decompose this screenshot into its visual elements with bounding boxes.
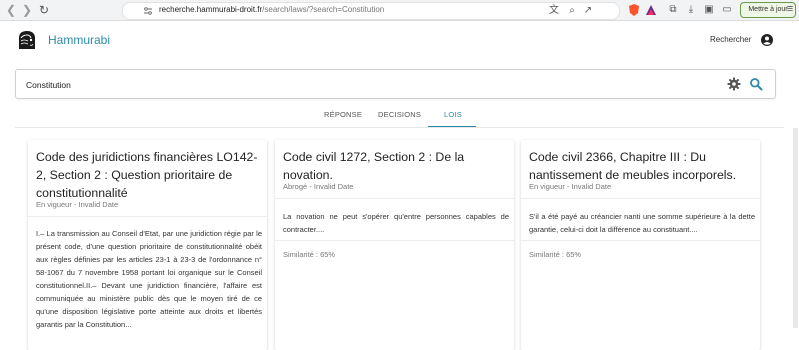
- card-title[interactable]: Code civil 2366, Chapitre III : Du nanti…: [529, 148, 754, 184]
- card-status: Abrogé - Invalid Date: [283, 182, 354, 191]
- forward-icon[interactable]: ❯: [20, 3, 34, 17]
- result-tabs: RÉPONSE DECISIONS LOIS: [0, 103, 799, 128]
- address-bar[interactable]: recherche.hammurabi-droit.fr/search/laws…: [122, 2, 620, 20]
- card-divider: [275, 198, 514, 199]
- site-info-icon[interactable]: [143, 6, 153, 16]
- card-date: Invalid Date: [571, 182, 612, 191]
- brave-shields-icon[interactable]: [628, 3, 640, 17]
- share-icon[interactable]: ↗: [581, 4, 595, 18]
- hammurabi-logo-icon[interactable]: [16, 29, 38, 51]
- card-divider: [521, 240, 760, 241]
- download-icon[interactable]: ⤓: [684, 3, 698, 17]
- menu-icon[interactable]: ≡: [783, 2, 797, 16]
- law-card[interactable]: Code civil 2366, Chapitre III : Du nanti…: [521, 140, 760, 350]
- card-status-label: Abrogé: [283, 182, 308, 191]
- tab-reponse[interactable]: RÉPONSE: [324, 110, 362, 119]
- card-similarity: Similarité : 65%: [283, 250, 336, 259]
- url-path: /search/laws/?search=Constitution: [262, 5, 385, 14]
- extensions-icon[interactable]: ⧉: [666, 3, 680, 17]
- translate-icon[interactable]: 文: [547, 4, 561, 18]
- card-title[interactable]: Code des juridictions financières LO142-…: [36, 148, 261, 202]
- card-excerpt: La novation ne peut s'opérer qu'entre pe…: [283, 212, 509, 234]
- card-status: En vigueur - Invalid Date: [36, 200, 119, 209]
- law-card[interactable]: Code civil 1272, Section 2 : De la novat…: [275, 140, 514, 350]
- card-divider: [28, 216, 267, 217]
- account-icon[interactable]: [761, 34, 773, 46]
- tab-lois[interactable]: LOIS: [444, 110, 462, 119]
- browser-toolbar: ❮ ❯ ↻ ☐ recherche.hammurabi-droit.fr/sea…: [0, 0, 799, 21]
- search-box: [15, 69, 776, 99]
- zoom-icon[interactable]: ⌕: [565, 4, 579, 18]
- gear-icon[interactable]: [727, 77, 741, 91]
- card-status-label: En vigueur: [529, 182, 565, 191]
- card-excerpt: I.– La transmission au Conseil d'Etat, p…: [36, 229, 262, 329]
- url-text: recherche.hammurabi-droit.fr/search/laws…: [159, 5, 384, 14]
- header-search-link[interactable]: Rechercher: [710, 35, 751, 44]
- card-similarity: Similarité : 65%: [529, 250, 582, 259]
- card-date: Invalid Date: [78, 200, 119, 209]
- brave-rewards-icon[interactable]: [645, 4, 657, 16]
- card-status-label: En vigueur: [36, 200, 72, 209]
- card-excerpt: S'il a été payé au créancier nanti une s…: [529, 212, 755, 234]
- search-input[interactable]: [24, 76, 628, 94]
- card-divider: [275, 240, 514, 241]
- card-status: En vigueur - Invalid Date: [529, 182, 612, 191]
- tab-decisions[interactable]: DECISIONS: [378, 110, 421, 119]
- card-date: Invalid Date: [313, 182, 354, 191]
- reload-icon[interactable]: ↻: [37, 3, 51, 17]
- tabs-divider: [15, 127, 784, 128]
- wallet-icon[interactable]: ▭: [720, 3, 734, 17]
- law-card[interactable]: Code des juridictions financières LO142-…: [28, 140, 267, 350]
- page-scrollbar[interactable]: [793, 128, 798, 328]
- back-icon[interactable]: ❮: [4, 3, 18, 17]
- sidebar-icon[interactable]: ▣: [702, 3, 716, 17]
- card-title[interactable]: Code civil 1272, Section 2 : De la novat…: [283, 148, 508, 184]
- card-divider: [521, 198, 760, 199]
- search-icon[interactable]: [749, 77, 763, 91]
- brand-name[interactable]: Hammurabi: [48, 33, 110, 47]
- url-host: recherche.hammurabi-droit.fr: [159, 5, 263, 14]
